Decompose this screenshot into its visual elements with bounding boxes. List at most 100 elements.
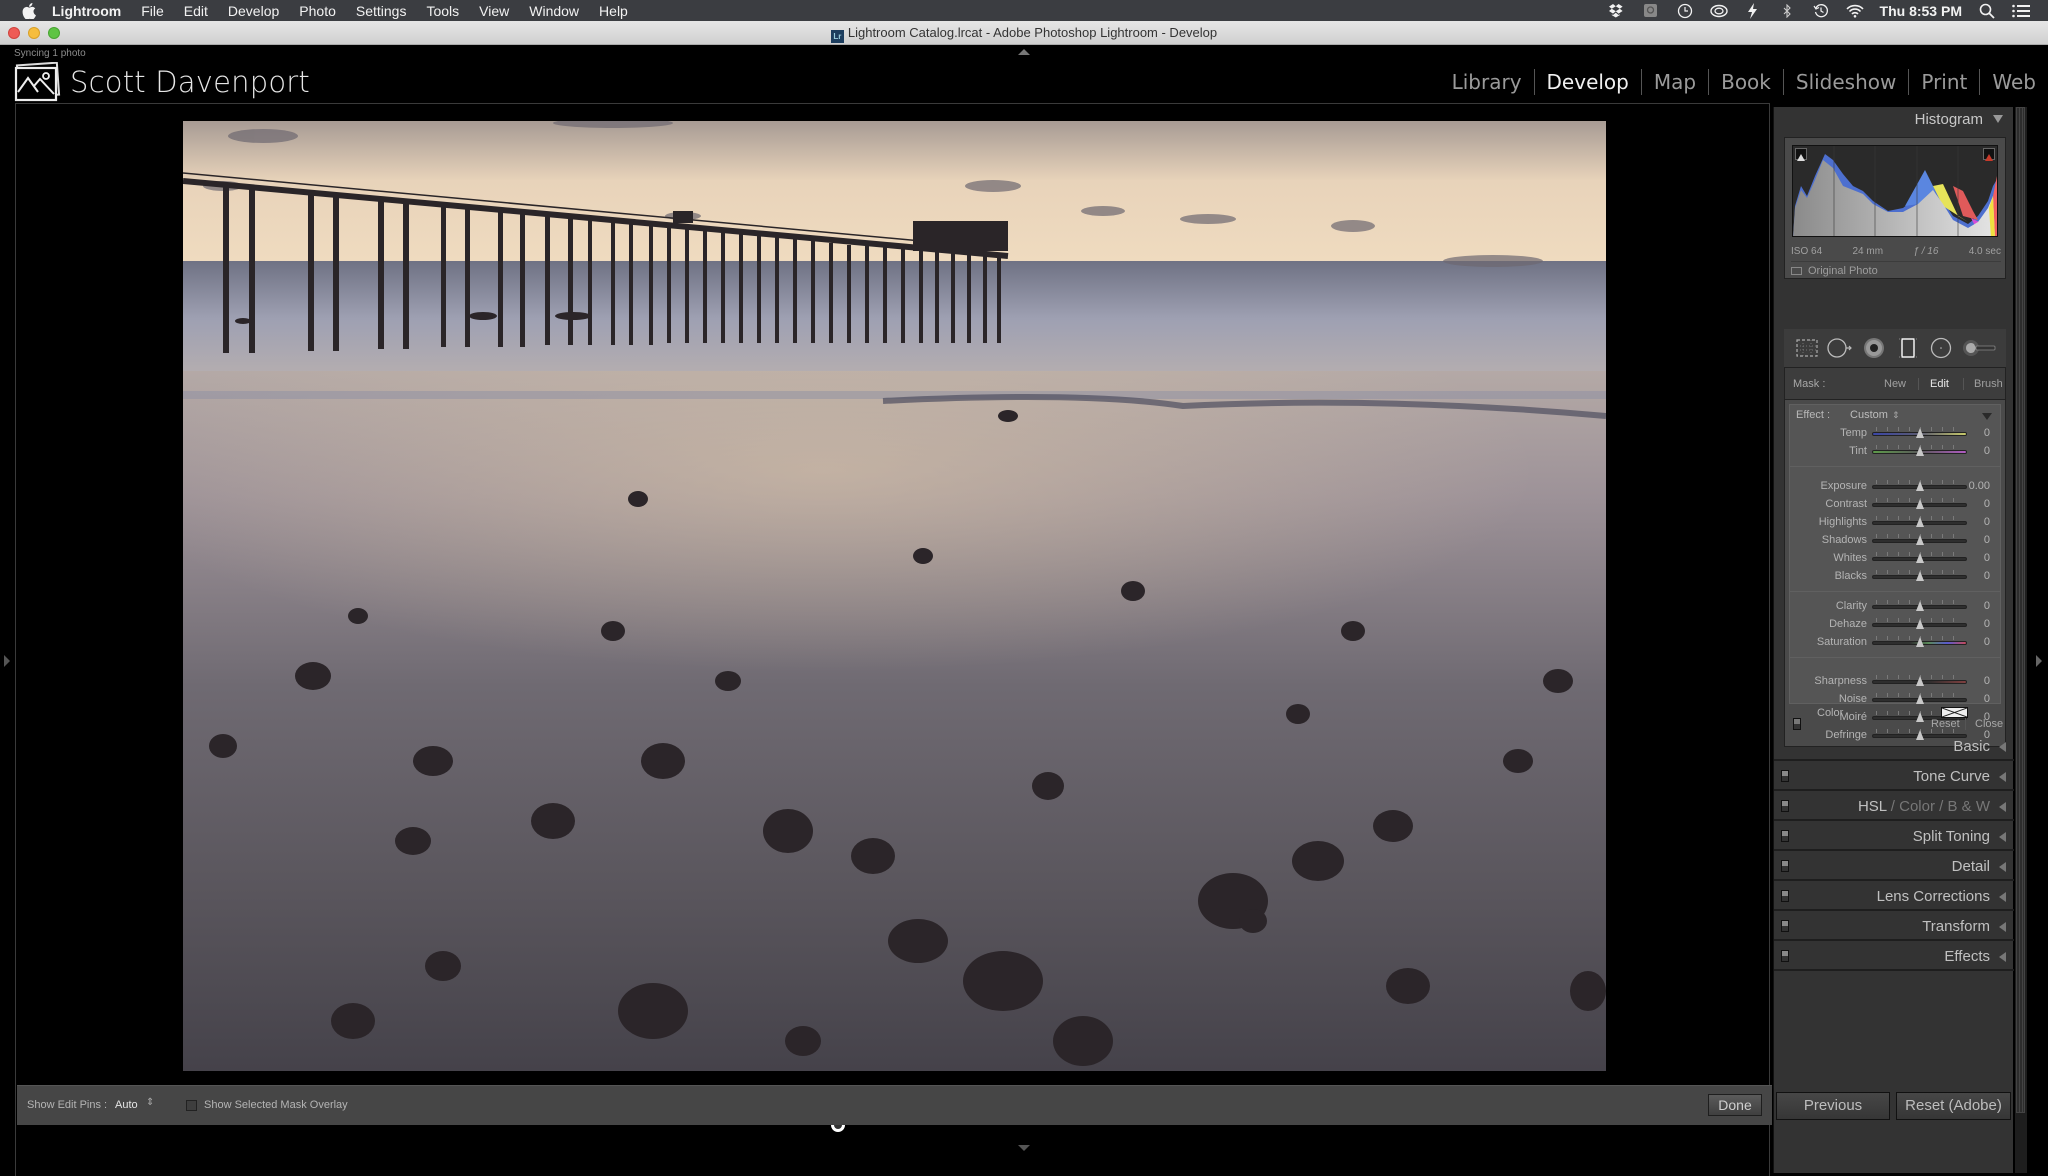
slider-value[interactable]: 0 [1984,618,1990,630]
histogram-header[interactable]: Histogram [1915,111,2003,128]
section-label[interactable]: Basic [1953,738,1990,755]
done-button[interactable]: Done [1708,1094,1762,1116]
slider-thumb[interactable] [1915,601,1924,611]
show-left-panel-arrow-icon[interactable] [4,655,10,667]
slider-thumb[interactable] [1915,499,1924,509]
slider-value[interactable]: 0 [1984,516,1990,528]
previous-button[interactable]: Previous [1776,1092,1890,1120]
show-right-panel-arrow-icon[interactable] [2036,655,2042,667]
notification-center-icon[interactable] [2012,3,2030,19]
section-label[interactable]: HSL / Color / B & W [1858,798,1990,815]
slider-value[interactable]: 0 [1984,675,1990,687]
slider-value[interactable]: 0 [1984,570,1990,582]
wifi-icon[interactable] [1845,3,1864,19]
section-enable-switch[interactable] [1781,830,1789,842]
section-enable-switch[interactable] [1781,950,1789,962]
module-book[interactable]: Book [1709,69,1784,95]
section-enable-switch[interactable] [1781,800,1789,812]
section-effects[interactable]: Effects [1774,943,2014,971]
slider-thumb[interactable] [1915,481,1924,491]
adjustment-brush-icon[interactable] [1962,335,1996,361]
right-panel-scrollbar[interactable] [2015,107,2027,1173]
menu-view[interactable]: View [479,3,509,19]
expand-arrow-icon[interactable] [1999,892,2006,902]
mask-reset-button[interactable]: Reset [1931,718,1960,730]
slider-value[interactable]: 0 [1984,445,1990,457]
show-filmstrip-arrow-icon[interactable] [1018,1145,1030,1151]
section-sub-tab[interactable]: Color [1899,798,1935,815]
highlight-clipping-toggle[interactable] [1983,148,1995,161]
slider-thumb[interactable] [1915,535,1924,545]
slider-thumb[interactable] [1915,428,1924,438]
slider-value[interactable]: 0 [1984,552,1990,564]
crop-overlay-icon[interactable] [1794,335,1820,361]
expand-arrow-icon[interactable] [1999,832,2006,842]
shadow-clipping-toggle[interactable] [1795,148,1807,161]
red-eye-icon[interactable] [1861,335,1887,361]
module-slideshow[interactable]: Slideshow [1784,69,1910,95]
section-transform[interactable]: Transform [1774,913,2014,941]
slider-thumb[interactable] [1915,553,1924,563]
slider-thumb[interactable] [1915,619,1924,629]
original-photo-checkbox[interactable] [1791,266,1802,275]
expand-arrow-icon[interactable] [1999,922,2006,932]
mask-overlay-checkbox[interactable] [186,1100,197,1111]
slider-value[interactable]: 0 [1984,534,1990,546]
section-enable-switch[interactable] [1781,860,1789,872]
section-lens-corrections[interactable]: Lens Corrections [1774,883,2014,911]
slider-value[interactable]: 0.00 [1969,480,1990,492]
slider-value[interactable]: 0 [1984,600,1990,612]
expand-arrow-icon[interactable] [1999,952,2006,962]
module-map[interactable]: Map [1642,69,1710,95]
slider-value[interactable]: 0 [1984,498,1990,510]
menu-edit[interactable]: Edit [184,3,208,19]
section-enable-switch[interactable] [1781,890,1789,902]
expand-arrow-icon[interactable] [1999,862,2006,872]
section-label[interactable]: Transform [1922,918,1990,935]
expand-arrow-icon[interactable] [1999,772,2006,782]
section-sub-tab[interactable]: B & W [1947,798,1990,815]
mask-edit-button[interactable]: Edit [1930,378,1949,390]
section-tone-curve[interactable]: Tone Curve [1774,763,2014,791]
slider-thumb[interactable] [1915,637,1924,647]
menu-photo[interactable]: Photo [299,3,336,19]
expand-arrow-icon[interactable] [1999,802,2006,812]
time-machine-icon[interactable] [1812,3,1830,19]
photo-canvas[interactable] [183,121,1606,1071]
section-split-toning[interactable]: Split Toning [1774,823,2014,851]
menu-window[interactable]: Window [529,3,579,19]
menu-file[interactable]: File [141,3,164,19]
spotlight-search-icon[interactable] [1978,3,1996,19]
section-label[interactable]: Detail [1952,858,1990,875]
slider-thumb[interactable] [1915,676,1924,686]
edit-pins-select[interactable]: Auto [115,1099,138,1111]
effect-stepper-icon[interactable]: ⇕ [1892,410,1900,420]
section-label[interactable]: Lens Corrections [1877,888,1990,905]
clock-icon[interactable] [1676,3,1694,19]
effect-preset-select[interactable]: Custom [1850,409,1888,421]
slider-value[interactable]: 0 [1984,636,1990,648]
section-label[interactable]: Effects [1944,948,1990,965]
slider-value[interactable]: 0 [1984,693,1990,705]
section-label[interactable]: Split Toning [1913,828,1990,845]
slider-thumb[interactable] [1915,517,1924,527]
section-enable-switch[interactable] [1781,770,1789,782]
spot-removal-icon[interactable] [1827,335,1853,361]
expand-arrow-icon[interactable] [1999,742,2006,752]
scrollbar-thumb[interactable] [2016,107,2025,1113]
menu-clock[interactable]: Thu 8:53 PM [1880,3,1962,19]
show-top-panel-arrow-icon[interactable] [1018,49,1030,55]
module-library[interactable]: Library [1440,69,1535,95]
bluetooth-icon[interactable] [1778,3,1796,19]
dropbox-icon[interactable] [1608,3,1626,19]
module-develop[interactable]: Develop [1535,69,1642,95]
edit-pins-stepper-icon[interactable]: ⇕ [146,1097,154,1108]
menu-develop[interactable]: Develop [228,3,279,19]
creative-cloud-icon[interactable] [1709,3,1728,19]
section-basic[interactable]: Basic [1774,733,2014,761]
reset-adobe-button[interactable]: Reset (Adobe) [1896,1092,2011,1120]
radial-filter-icon[interactable] [1928,335,1954,361]
module-print[interactable]: Print [1909,69,1981,95]
mask-enable-switch[interactable] [1793,718,1801,730]
mask-close-button[interactable]: Close [1975,718,2003,730]
